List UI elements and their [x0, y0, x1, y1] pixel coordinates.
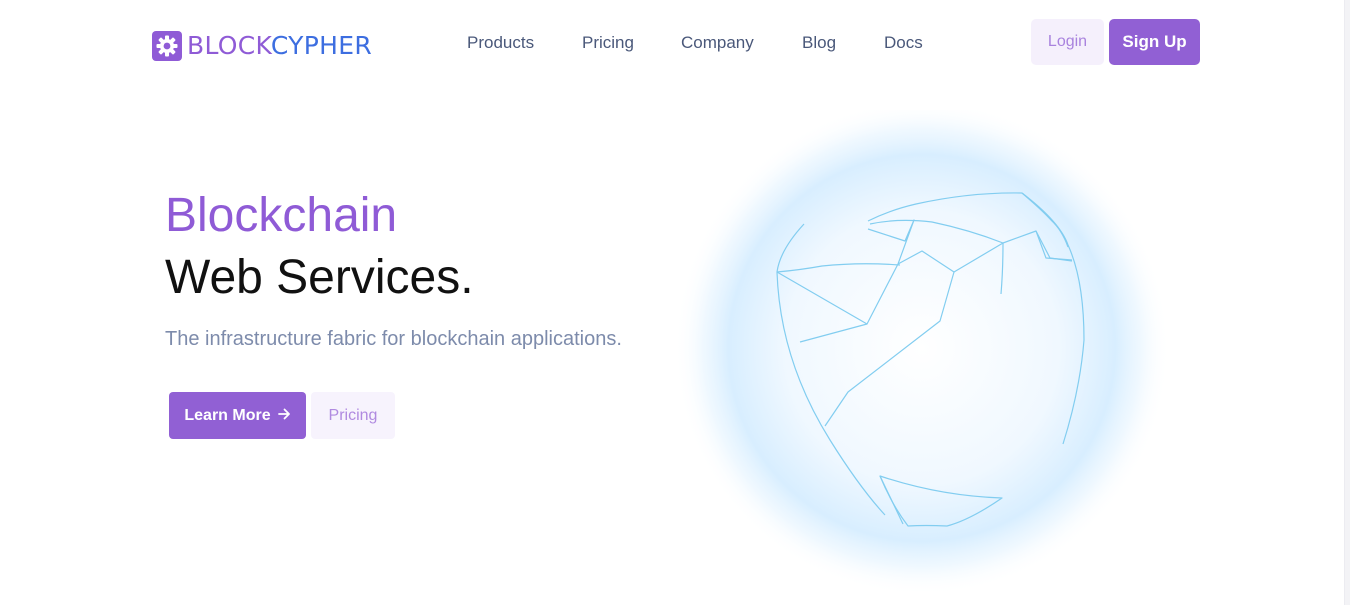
- hero-title-line2: Web Services.: [165, 251, 474, 304]
- brand-logo[interactable]: BLOCKCYPHER: [152, 30, 372, 62]
- arrow-right-icon: [277, 407, 291, 425]
- brand-name-part2: CYPHER: [270, 31, 372, 60]
- nav-products[interactable]: Products: [467, 32, 534, 54]
- globe-glow: [674, 110, 1170, 596]
- learn-more-label: Learn More: [184, 406, 271, 424]
- globe-illustration: [674, 110, 1170, 596]
- nav-pricing[interactable]: Pricing: [582, 32, 634, 54]
- pricing-button[interactable]: Pricing: [311, 392, 395, 439]
- brand-name: BLOCKCYPHER: [187, 31, 372, 61]
- signup-button[interactable]: Sign Up: [1109, 19, 1200, 65]
- hero-title-line1: Blockchain: [165, 189, 398, 242]
- gear-icon: [152, 31, 182, 61]
- nav-blog[interactable]: Blog: [802, 32, 836, 54]
- scrollbar-track[interactable]: [1344, 0, 1350, 605]
- learn-more-button[interactable]: Learn More: [169, 392, 306, 439]
- login-button[interactable]: Login: [1031, 19, 1104, 65]
- brand-name-part1: BLOCK: [187, 31, 271, 60]
- nav-docs[interactable]: Docs: [884, 32, 923, 54]
- hero-subtitle: The infrastructure fabric for blockchain…: [165, 328, 622, 350]
- nav-company[interactable]: Company: [681, 32, 754, 54]
